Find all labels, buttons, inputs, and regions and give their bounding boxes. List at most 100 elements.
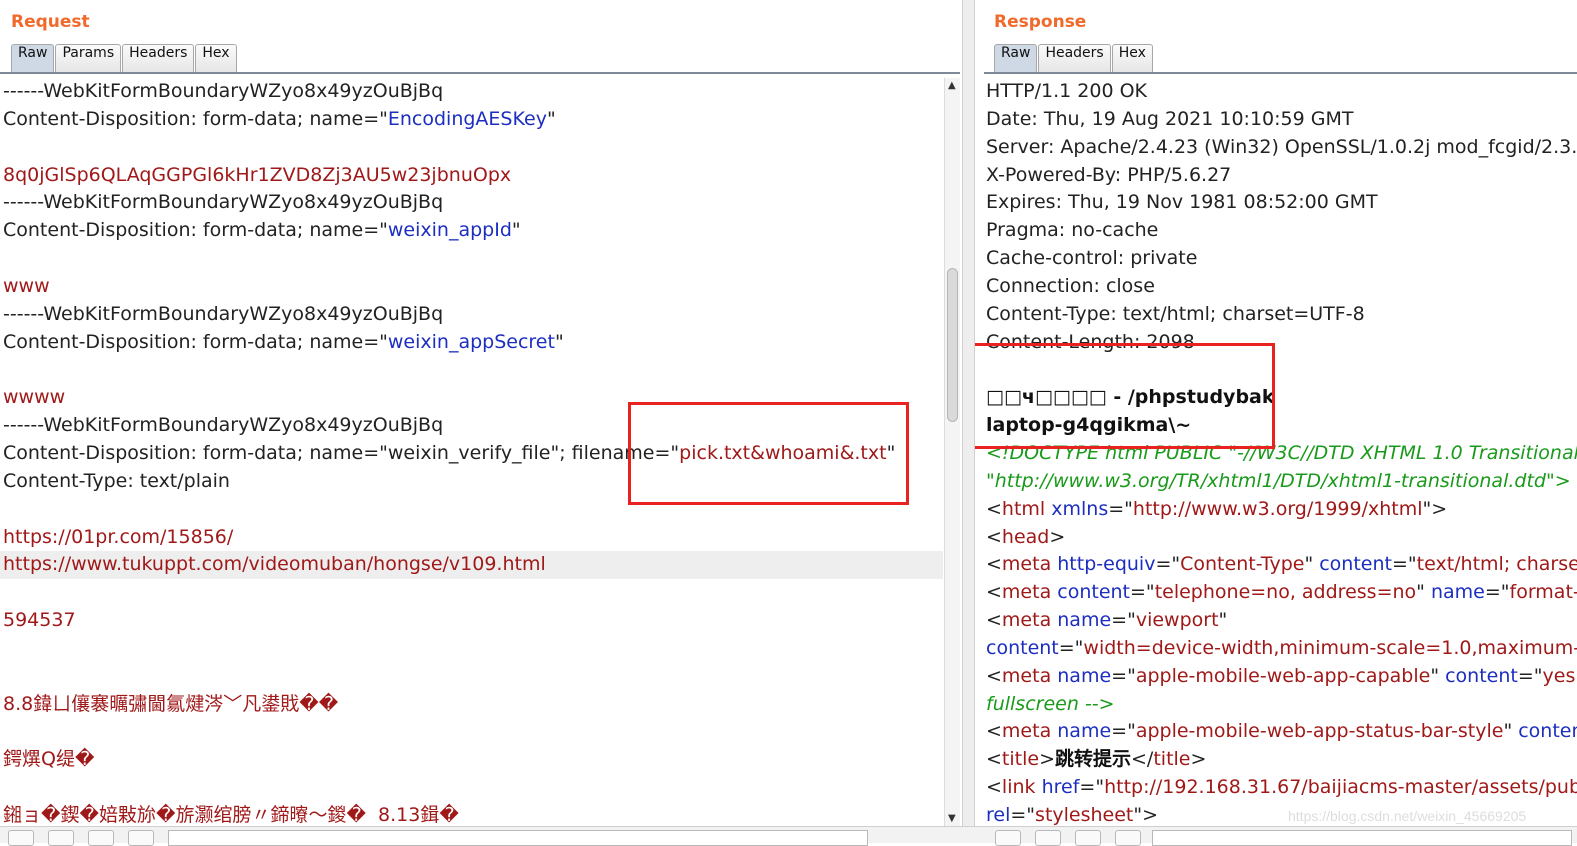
code-token: 8.8鍏ㄩ儴褰曞彇閫氱煡涔﹀凡鍙戝��	[3, 693, 338, 715]
code-token: content	[1319, 553, 1392, 575]
code-token: "	[1503, 720, 1518, 742]
code-token: Content-Disposition: form-data; name="	[3, 108, 388, 130]
code-token: http://192.168.31.67/baijiacms-master/as…	[1104, 776, 1577, 798]
code-token: content	[986, 637, 1059, 659]
code-token: 跳转提示	[1055, 748, 1131, 770]
code-token: Content-Disposition: form-data; name="we…	[3, 442, 679, 464]
code-token: http-equiv	[1057, 553, 1155, 575]
code-token: xmlns	[1051, 498, 1108, 520]
code-token: meta	[1002, 553, 1051, 575]
code-token: fullscreen -->	[986, 693, 1115, 715]
scroll-down-arrow-icon[interactable]: ▼	[948, 813, 956, 824]
response-help-button[interactable]	[995, 830, 1021, 846]
code-token: href	[1042, 776, 1080, 798]
code-token: ">	[1133, 804, 1158, 826]
code-token: 鎺ョ�鍥�婄敤旀�旂灏绾膀〃鍗曢～鍐� 8.13鍓�	[3, 804, 459, 826]
code-token: "	[1430, 665, 1445, 687]
code-line: Connection: close	[986, 273, 1577, 301]
code-token: telephone=no, address=no	[1155, 581, 1416, 603]
code-line	[3, 718, 943, 746]
code-token: weixin_appId	[388, 219, 512, 241]
code-token: ="	[1392, 553, 1417, 575]
code-line: "http://www.w3.org/TR/xhtml1/DTD/xhtml1-…	[986, 468, 1577, 496]
code-line	[3, 134, 943, 162]
response-pane: Response Raw Headers Hex HTTP/1.1 200 OK…	[975, 0, 1577, 842]
pane-splitter[interactable]	[962, 0, 975, 842]
help-button[interactable]	[8, 830, 34, 846]
response-tab-hex[interactable]: Hex	[1112, 44, 1153, 72]
code-line: Content-Type: text/html; charset=UTF-8	[986, 301, 1577, 329]
request-tab-hex[interactable]: Hex	[195, 44, 236, 72]
code-token: </	[1131, 748, 1153, 770]
code-token: Date: Thu, 19 Aug 2021 10:10:59 GMT	[986, 108, 1353, 130]
response-next-button[interactable]	[1115, 830, 1141, 846]
code-line: 8.8鍏ㄩ儴褰曞彇閫氱煡涔﹀凡鍙戝��	[3, 691, 943, 719]
add-button[interactable]	[88, 830, 114, 846]
response-tab-separator	[984, 72, 1577, 74]
code-token: yes	[1543, 665, 1576, 687]
request-vertical-scrollbar[interactable]: ▲ ▼	[944, 78, 960, 826]
code-line: <meta http-equiv="Content-Type" content=…	[986, 551, 1577, 579]
code-token: "	[1304, 553, 1319, 575]
code-token: <	[986, 581, 1002, 603]
code-line: Content-Disposition: form-data; name="we…	[3, 217, 943, 245]
code-line: ------WebKitFormBoundaryWZyo8x49yzOuBjBq	[3, 189, 943, 217]
request-tab-headers[interactable]: Headers	[122, 44, 194, 72]
request-tabs: Raw Params Headers Hex	[11, 44, 238, 72]
code-token: text/html; charset=utf-8	[1417, 553, 1577, 575]
request-search-input[interactable]	[168, 830, 868, 846]
request-tab-params[interactable]: Params	[55, 44, 121, 72]
code-token: title	[1002, 748, 1039, 770]
code-line: Content-Disposition: form-data; name="En…	[3, 106, 943, 134]
request-tab-raw[interactable]: Raw	[11, 44, 54, 72]
code-token: name	[1057, 609, 1111, 631]
code-token: content	[1057, 581, 1130, 603]
bottom-toolbar	[0, 826, 1577, 843]
response-previous-button[interactable]	[1035, 830, 1061, 846]
code-line: Server: Apache/2.4.23 (Win32) OpenSSL/1.…	[986, 134, 1577, 162]
response-search-input[interactable]	[1152, 830, 1572, 846]
scroll-up-arrow-icon[interactable]: ▲	[948, 80, 956, 91]
response-tabs: Raw Headers Hex	[994, 44, 1154, 72]
code-token: >	[1039, 748, 1055, 770]
code-token: ="	[1111, 609, 1136, 631]
csdn-watermark: https://blog.csdn.net/weixin_45669205	[1288, 808, 1526, 824]
response-add-button[interactable]	[1075, 830, 1101, 846]
code-token: >	[1049, 526, 1065, 548]
code-token: "	[512, 219, 521, 241]
request-scroll-thumb[interactable]	[947, 268, 958, 422]
code-token: <	[986, 498, 1002, 520]
code-token: Content-Disposition: form-data; name="	[3, 219, 388, 241]
code-line	[3, 579, 943, 607]
code-token: https://www.tukuppt.com/videomuban/hongs…	[3, 553, 546, 575]
code-token: ="	[1079, 776, 1104, 798]
next-button[interactable]	[128, 830, 154, 846]
code-token: <	[986, 609, 1002, 631]
code-line: fullscreen -->	[986, 691, 1577, 719]
response-title: Response	[994, 12, 1086, 32]
code-token: apple-mobile-web-app-status-bar-style	[1136, 720, 1504, 742]
code-token: HTTP/1.1 200 OK	[986, 80, 1147, 102]
response-body-viewer[interactable]: HTTP/1.1 200 OK Date: Thu, 19 Aug 2021 10…	[986, 78, 1577, 830]
code-token: Expires: Thu, 19 Nov 1981 08:52:00 GMT	[986, 191, 1378, 213]
code-token: "	[547, 108, 556, 130]
code-line: https://www.tukuppt.com/videomuban/hongs…	[0, 551, 943, 579]
code-line	[3, 635, 943, 663]
code-token: viewport	[1136, 609, 1219, 631]
code-token: https://01pr.com/15856/	[3, 526, 233, 548]
code-token: Pragma: no-cache	[986, 219, 1158, 241]
response-tab-headers[interactable]: Headers	[1038, 44, 1110, 72]
code-token: ="	[1155, 553, 1180, 575]
code-token: stylesheet	[1035, 804, 1133, 826]
code-token: EncodingAESKey	[388, 108, 547, 130]
code-token: Server: Apache/2.4.23 (Win32) OpenSSL/1.…	[986, 136, 1577, 158]
previous-button[interactable]	[48, 830, 74, 846]
code-line: 鍔熼Q缇�	[3, 746, 943, 774]
code-line: Pragma: no-cache	[986, 217, 1577, 245]
code-line	[3, 356, 943, 384]
code-line: Date: Thu, 19 Aug 2021 10:10:59 GMT	[986, 106, 1577, 134]
request-tab-separator	[0, 72, 960, 74]
code-line	[3, 663, 943, 691]
response-tab-raw[interactable]: Raw	[994, 44, 1037, 72]
code-line: https://01pr.com/15856/	[3, 524, 943, 552]
